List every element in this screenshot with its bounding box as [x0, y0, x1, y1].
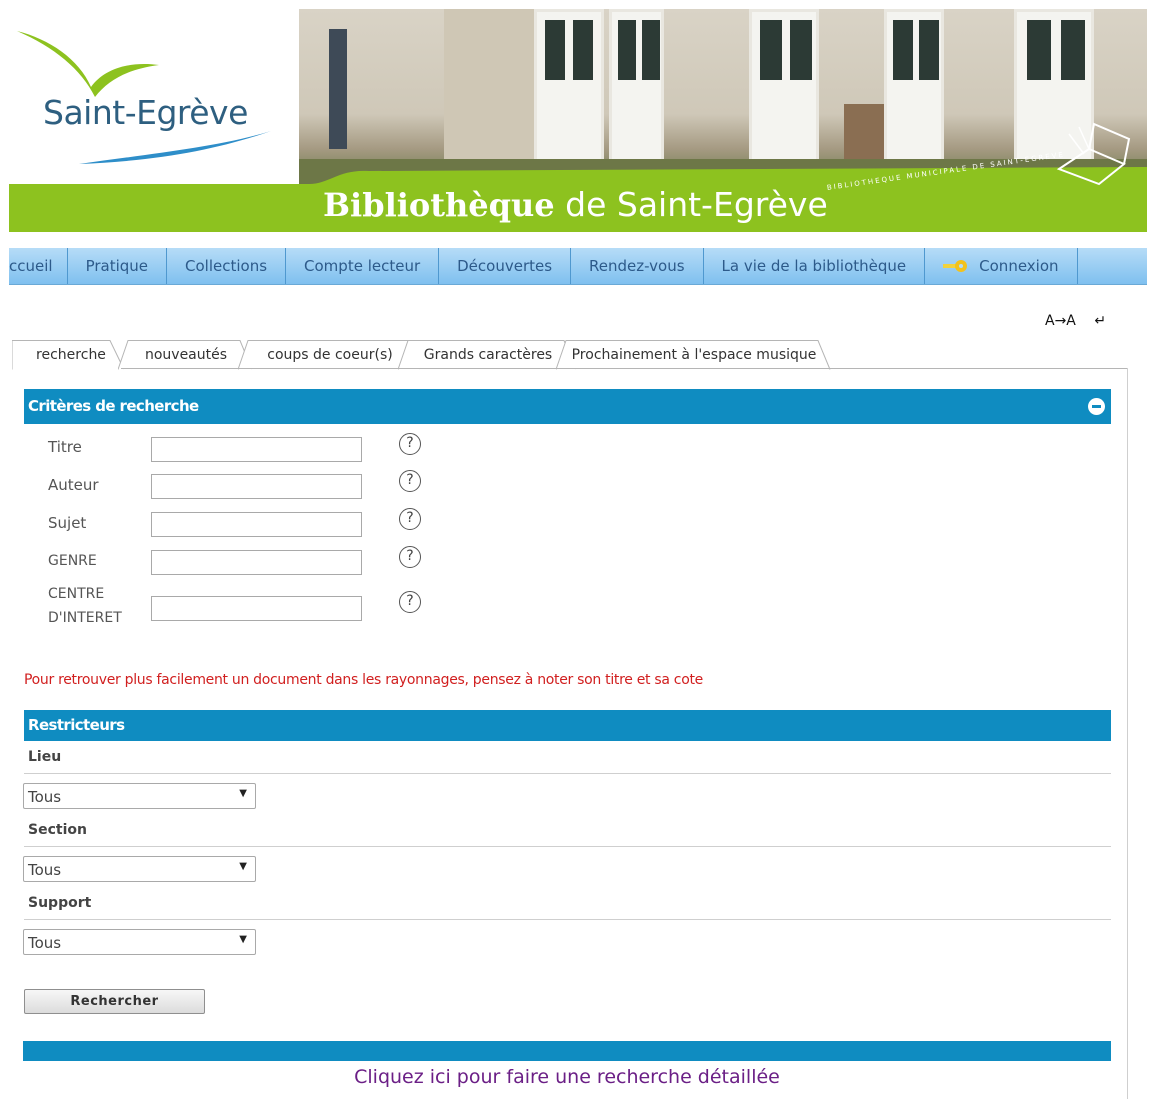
nav-item-connexion[interactable]: Connexion: [925, 248, 1078, 284]
section-select[interactable]: Tous ▼: [23, 856, 256, 882]
help-icon[interactable]: ?: [399, 433, 421, 455]
search-button[interactable]: Rechercher: [24, 989, 205, 1014]
divider: [24, 773, 1111, 774]
lieu-label: Lieu: [28, 749, 62, 765]
nav-item-rendez-vous[interactable]: Rendez-vous: [571, 248, 704, 284]
back-icon[interactable]: ↵: [1094, 313, 1106, 329]
header-banner: Saint-Egrève Bibliothèque de Saint-Egrèv…: [9, 9, 1147, 232]
nav-item-decouvertes[interactable]: Découvertes: [439, 248, 572, 284]
divider: [24, 846, 1111, 847]
library-title: Bibliothèque de Saint-Egrève: [323, 185, 828, 224]
collapse-icon[interactable]: [1088, 398, 1105, 415]
logo-text: Saint-Egrève: [43, 93, 248, 132]
dropdown-arrow-icon: ▼: [239, 934, 247, 945]
search-tabs: recherche nouveautés coups de coeur(s) G…: [12, 340, 832, 370]
restrictors-title: Restricteurs: [28, 716, 125, 734]
tab-nouveautes[interactable]: nouveautés: [118, 340, 254, 370]
restrictors-header: Restricteurs: [24, 710, 1111, 741]
centre-interet-input[interactable]: [151, 596, 362, 621]
footer-bar: [23, 1041, 1111, 1061]
key-icon: [943, 260, 968, 272]
help-icon[interactable]: ?: [399, 470, 421, 492]
titre-input[interactable]: [151, 437, 362, 462]
nav-item-accueil[interactable]: Accueil: [9, 248, 68, 284]
tab-grands-caracteres[interactable]: Grands caractères: [398, 340, 578, 370]
divider: [24, 919, 1111, 920]
dropdown-arrow-icon: ▼: [239, 788, 247, 799]
book-icon: [1056, 122, 1131, 186]
field-label-titre: Titre: [48, 438, 82, 456]
font-size-toggle[interactable]: A→A: [1045, 313, 1076, 329]
tab-coups-de-coeur[interactable]: coups de coeur(s): [238, 340, 422, 370]
support-label: Support: [28, 895, 92, 911]
field-label-genre: GENRE: [48, 553, 97, 569]
sujet-input[interactable]: [151, 512, 362, 537]
field-label-sujet: Sujet: [48, 514, 87, 532]
criteria-title: Critères de recherche: [28, 397, 199, 415]
help-icon[interactable]: ?: [399, 591, 421, 613]
nav-item-connexion-label: Connexion: [979, 257, 1059, 275]
help-icon[interactable]: ?: [399, 508, 421, 530]
section-label: Section: [28, 822, 87, 838]
tab-prochainement-musique[interactable]: Prochainement à l'espace musique: [556, 340, 832, 370]
tab-recherche[interactable]: recherche: [12, 340, 130, 370]
nav-item-pratique[interactable]: Pratique: [68, 248, 168, 284]
field-label-centre-interet: CENTRE D'INTERET: [48, 586, 122, 626]
nav-item-vie-bibliotheque[interactable]: La vie de la bibliothèque: [704, 248, 926, 284]
dropdown-arrow-icon: ▼: [239, 861, 247, 872]
criteria-header: Critères de recherche: [24, 389, 1111, 424]
genre-input[interactable]: [151, 550, 362, 575]
nav-item-collections[interactable]: Collections: [167, 248, 287, 284]
accessibility-tools: A→A ↵: [1045, 313, 1106, 329]
detailed-search-link[interactable]: Cliquez ici pour faire une recherche dét…: [0, 1066, 1134, 1088]
nav-item-compte-lecteur[interactable]: Compte lecteur: [286, 248, 440, 284]
lieu-select[interactable]: Tous ▼: [23, 783, 256, 809]
field-label-auteur: Auteur: [48, 476, 99, 494]
support-select[interactable]: Tous ▼: [23, 929, 256, 955]
search-hint: Pour retrouver plus facilement un docume…: [24, 672, 703, 688]
auteur-input[interactable]: [151, 474, 362, 499]
help-icon[interactable]: ?: [399, 546, 421, 568]
main-navigation: Accueil Pratique Collections Compte lect…: [9, 248, 1147, 285]
